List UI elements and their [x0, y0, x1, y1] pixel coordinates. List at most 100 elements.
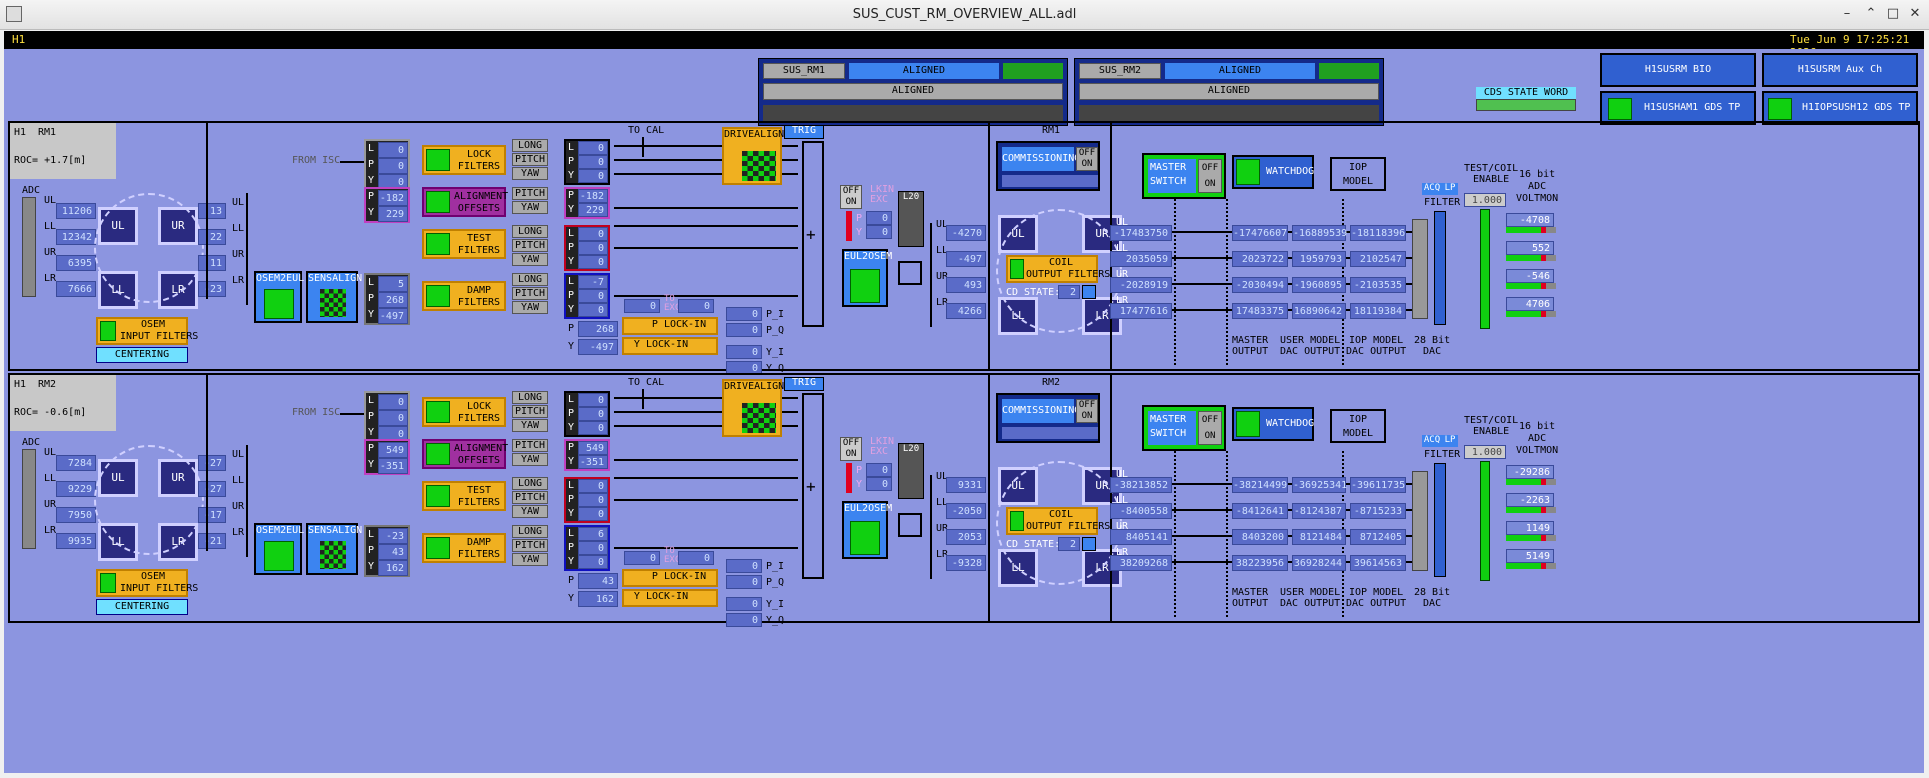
damp-long-button[interactable]: LONG	[512, 525, 548, 538]
y-lockin-button[interactable]: Y LOCK-IN	[622, 589, 718, 607]
centering-button[interactable]: CENTERING	[96, 347, 188, 363]
lock-output-value: 0	[578, 393, 608, 407]
acq-button[interactable]: ACQ	[1422, 435, 1442, 447]
commissioning-button[interactable]: COMMISSIONING	[1002, 147, 1080, 171]
l20-button[interactable]: L20	[898, 191, 924, 247]
l20-button[interactable]: L20	[898, 443, 924, 499]
maximize-icon[interactable]: □	[1884, 5, 1902, 23]
drivealign-button[interactable]: DRIVEALIGN	[722, 127, 784, 185]
rm2-guardian-status	[1319, 63, 1379, 79]
adc-block[interactable]	[22, 449, 36, 549]
sum-icon: +	[806, 225, 816, 244]
acq-button[interactable]: ACQ	[1422, 183, 1442, 195]
rm2-guardian-request-select[interactable]: ALIGNED	[1079, 83, 1379, 100]
close-icon[interactable]: ✕	[1906, 5, 1924, 23]
dac-block[interactable]	[1412, 471, 1428, 571]
adc-block[interactable]	[22, 197, 36, 297]
centering-button[interactable]: CENTERING	[96, 599, 188, 615]
voltmon-ll-value: -2263	[1506, 493, 1554, 507]
lp-button[interactable]: LP	[1442, 435, 1458, 447]
test-coil-value[interactable]: 1.000	[1464, 445, 1506, 459]
lock-long-button[interactable]: LONG	[512, 139, 548, 152]
sensalign-button[interactable]: SENSALIGN	[306, 523, 362, 575]
aux-channel-button[interactable]: H1SUSRM Aux Ch	[1762, 53, 1918, 87]
signal-line	[614, 459, 798, 461]
lkin-exc-indicator	[846, 463, 852, 493]
test-long-button[interactable]: LONG	[512, 477, 548, 490]
exc-value-p: 0	[624, 299, 660, 313]
y-lockin-button[interactable]: Y LOCK-IN	[622, 337, 718, 355]
dac-block[interactable]	[1412, 219, 1428, 319]
master-switch-toggle[interactable]: OFF ON	[1198, 411, 1222, 445]
damp-long-button[interactable]: LONG	[512, 273, 548, 286]
master-switch-toggle[interactable]: OFF ON	[1198, 159, 1222, 193]
align-input: P -182 Y 229	[364, 187, 410, 223]
damp-pitch-button[interactable]: PITCH	[512, 539, 548, 552]
damp-yaw-button[interactable]: YAW	[512, 553, 548, 566]
damp-output-value: 0	[578, 289, 608, 303]
eul2osem-button[interactable]: EUL2OSEM	[842, 249, 892, 307]
lkin-exc-switch[interactable]: OFF ON	[840, 437, 862, 461]
l20-label: L20	[902, 192, 920, 202]
damp-pitch-button[interactable]: PITCH	[512, 287, 548, 300]
drivealign-button[interactable]: DRIVEALIGN	[722, 379, 784, 437]
lkin-exc-switch[interactable]: OFF ON	[840, 185, 862, 209]
signal-line	[614, 207, 798, 209]
user-dac-ul: -16889539	[1292, 225, 1347, 241]
lock-yaw-button[interactable]: YAW	[512, 167, 548, 180]
rm1-guardian-name-button[interactable]: SUS_RM1	[763, 63, 845, 79]
master-ur-value: 8405141	[1110, 529, 1172, 545]
p-lockin-button[interactable]: P LOCK-IN	[622, 569, 718, 587]
lockin-p_q-value: 0	[726, 575, 762, 589]
sensalign-button[interactable]: SENSALIGN	[306, 271, 362, 323]
user-dac-lr: 16890642	[1292, 303, 1346, 319]
adc-ul-label: UL	[44, 447, 57, 458]
commissioning-button[interactable]: COMMISSIONING	[1002, 399, 1080, 423]
master-switch-button[interactable]: MASTER SWITCH	[1148, 159, 1196, 193]
minimize-icon[interactable]: –	[1838, 5, 1856, 23]
lock-input: L0P0Y0	[364, 139, 410, 191]
rm1-guardian-request-select[interactable]: ALIGNED	[763, 83, 1063, 100]
master-output-label: MASTER OUTPUT	[1232, 335, 1269, 357]
dac28-label: 28 Bit DAC	[1414, 587, 1451, 609]
lock-yaw-button[interactable]: YAW	[512, 419, 548, 432]
master-switch-button[interactable]: MASTER SWITCH	[1148, 411, 1196, 445]
trig-button[interactable]: TRIG	[784, 377, 824, 391]
rm2-guardian-name-button[interactable]: SUS_RM2	[1079, 63, 1161, 79]
test-long-button[interactable]: LONG	[512, 225, 548, 238]
damp-yaw-button[interactable]: YAW	[512, 301, 548, 314]
lock-long-button[interactable]: LONG	[512, 391, 548, 404]
restore-icon[interactable]: ⌃	[1862, 5, 1880, 23]
lockin-input-value: -497	[578, 339, 618, 355]
osem2eul-button[interactable]: OSEM2EUL	[254, 523, 304, 575]
align-yaw-button[interactable]: YAW	[512, 201, 548, 214]
lock-pitch-button[interactable]: PITCH	[512, 405, 548, 418]
test-pitch-button[interactable]: PITCH	[512, 239, 548, 252]
bio-button[interactable]: H1SUSRM BIO	[1600, 53, 1756, 87]
trig-button[interactable]: TRIG	[784, 125, 824, 139]
commissioning-switch[interactable]: OFF ON	[1076, 399, 1098, 423]
adc-voltmon-label: 16 bit ADC VOLTMON	[1516, 421, 1559, 456]
lock-pitch-button[interactable]: PITCH	[512, 153, 548, 166]
adc-ur-value: 6395	[56, 255, 96, 271]
eul2osem-button[interactable]: EUL2OSEM	[842, 501, 892, 559]
voltmon-ll-bar	[1506, 507, 1556, 513]
commissioning-switch[interactable]: OFF ON	[1076, 147, 1098, 171]
osem2eul-button[interactable]: OSEM2EUL	[254, 271, 304, 323]
test-yaw-button[interactable]: YAW	[512, 505, 548, 518]
align-yaw-button[interactable]: YAW	[512, 453, 548, 466]
lockin-p_q-value: 0	[726, 323, 762, 337]
voltmon-ur-bar	[1506, 535, 1556, 541]
lp-button[interactable]: LP	[1442, 183, 1458, 195]
test-coil-value[interactable]: 1.000	[1464, 193, 1506, 207]
test-yaw-button[interactable]: YAW	[512, 253, 548, 266]
cd-state-button[interactable]	[1082, 285, 1096, 299]
align-pitch-button[interactable]: PITCH	[512, 439, 548, 452]
align-pitch-button[interactable]: PITCH	[512, 187, 548, 200]
test-pitch-button[interactable]: PITCH	[512, 491, 548, 504]
iop-dac-ll: 2102547	[1350, 251, 1406, 267]
p-lockin-button[interactable]: P LOCK-IN	[622, 317, 718, 335]
test-output-dof-label: P	[568, 242, 575, 253]
commissioning-box: COMMISSIONING OFF ON	[996, 393, 1100, 443]
cd-state-button[interactable]	[1082, 537, 1096, 551]
